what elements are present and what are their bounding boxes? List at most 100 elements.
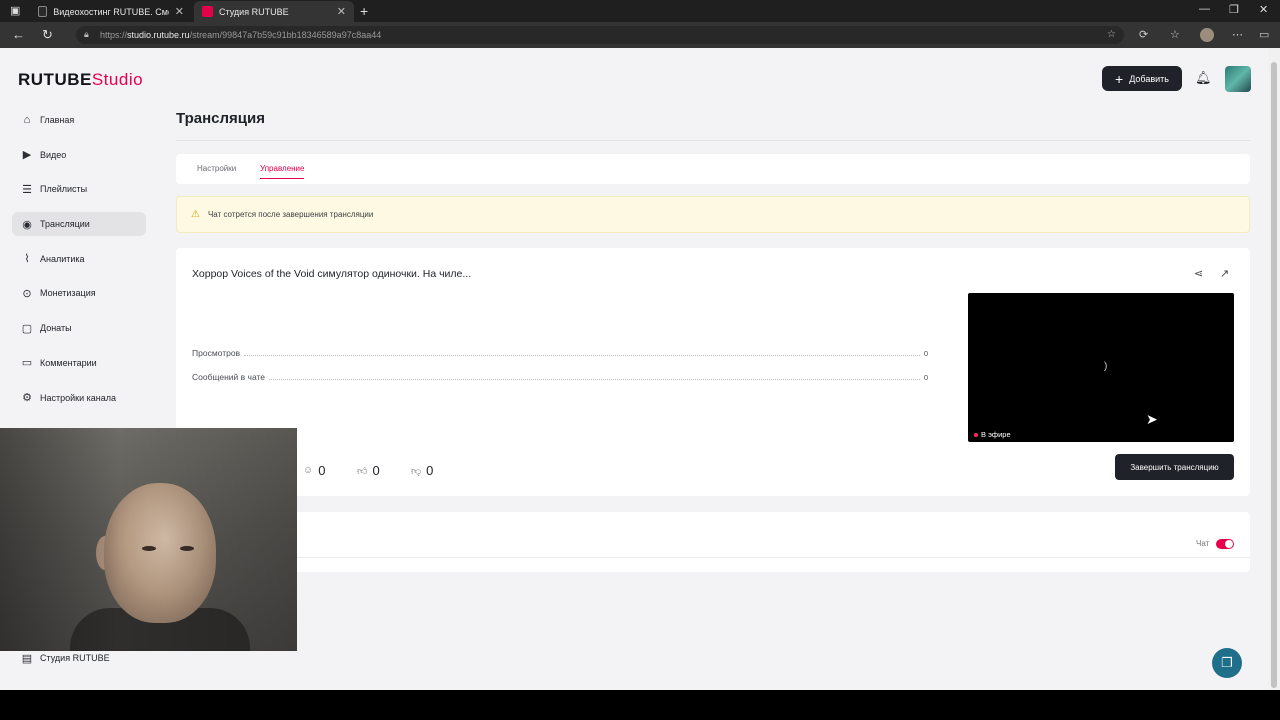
close-tab-icon[interactable]: ✕ — [175, 5, 184, 18]
warning-icon: ⚠ — [191, 209, 200, 220]
support-chat-button[interactable]: ❐ — [1212, 648, 1242, 678]
browser-tab-strip: ▣ Видеохостинг RUTUBE. Смотрите ✕ Студия… — [0, 0, 1280, 22]
divider — [176, 140, 1250, 141]
sidebar-item-label: Плейлисты — [40, 184, 88, 195]
page-scrollbar[interactable] — [1268, 48, 1280, 690]
extensions-icon[interactable]: ⟳ — [1139, 28, 1148, 41]
sidebar-item-label: Аналитика — [40, 253, 85, 264]
broadcast-icon: ◉ — [22, 218, 32, 231]
browser-tab-title: Студия RUTUBE — [219, 6, 289, 17]
add-button[interactable]: + Добавить — [1102, 66, 1182, 91]
loading-spinner-icon: ) — [1104, 361, 1108, 372]
sidebar-item-label: Видео — [40, 149, 67, 160]
stat-chat-messages: Сообщений в чате 0 — [192, 371, 928, 383]
sidebar-item-donations[interactable]: ▢ Донаты — [12, 316, 146, 340]
page-tabs: Настройки Управление — [176, 154, 1250, 184]
chat-warning-banner: ⚠ Чат сотрется после завершения трансляц… — [176, 196, 1250, 233]
tab-actions-icon[interactable]: ▣ — [10, 4, 20, 17]
close-window-icon[interactable]: ✕ — [1259, 3, 1268, 16]
bell-icon[interactable]: 🔔︎ — [1195, 70, 1212, 86]
lock-icon: 🔒︎ — [84, 29, 89, 39]
webcam-shading — [0, 428, 297, 651]
chat-bubble-icon: ❐ — [1221, 655, 1233, 670]
sidebar-item-channel-settings[interactable]: ⚙ Настройки канала — [12, 386, 146, 410]
chat-card: Чат — [176, 512, 1250, 572]
maximize-icon[interactable]: ❐ — [1229, 3, 1239, 16]
sidebar-item-label: Донаты — [40, 323, 72, 334]
stat-label: Просмотров — [192, 348, 241, 358]
new-tab-icon[interactable]: + — [360, 3, 368, 19]
studio-icon: ▤ — [21, 652, 33, 665]
sidebar-toggle-icon[interactable]: ▭ — [1259, 28, 1269, 41]
sidebar-item-comments[interactable]: ▭ Комментарии — [12, 351, 146, 375]
viewers-count: ☺ 0 — [303, 463, 325, 478]
tab-settings[interactable]: Настройки — [197, 164, 236, 178]
dislikes-count: 👎︎ 0 — [411, 463, 433, 478]
external-link-icon[interactable]: ↗ — [1220, 267, 1229, 280]
stat-dots — [269, 374, 920, 380]
live-badge: В эфире — [970, 429, 1015, 440]
gift-icon: ▢ — [21, 322, 33, 335]
stat-label: Сообщений в чате — [192, 372, 266, 382]
avatar[interactable] — [1225, 66, 1251, 92]
money-icon: ⊙ — [22, 287, 32, 300]
sidebar-bottom: ▤ Студия RUTUBE — [12, 646, 146, 681]
sidebar-item-analytics[interactable]: ⌇ Аналитика — [12, 247, 146, 271]
screen: ▣ Видеохостинг RUTUBE. Смотрите ✕ Студия… — [0, 0, 1280, 720]
share-icon[interactable]: ⋖ — [1194, 267, 1203, 280]
divider — [176, 557, 1250, 558]
url-path: /stream/99847a7b59c91bb18346589a97c8aa44 — [189, 30, 382, 40]
sidebar-item-home[interactable]: ⌂ Главная — [12, 108, 146, 132]
scrollbar-thumb[interactable] — [1271, 62, 1277, 688]
live-label: В эфире — [981, 430, 1011, 439]
rutube-favicon-icon — [38, 6, 48, 17]
add-button-label: Добавить — [1129, 73, 1169, 84]
video-icon: ▶ — [22, 149, 32, 162]
close-tab-icon[interactable]: ✕ — [337, 5, 346, 18]
back-icon[interactable]: ← — [12, 27, 25, 42]
stream-preview-player[interactable]: ) В эфире — [968, 293, 1234, 442]
logo-main: RUTUBE — [18, 70, 92, 89]
browser-tab-studio[interactable]: Студия RUTUBE ✕ — [194, 1, 354, 22]
bookmark-star-icon[interactable]: ☆ — [1107, 29, 1116, 40]
browser-profile-avatar[interactable] — [1200, 28, 1214, 42]
sidebar-item-broadcasts[interactable]: ◉ Трансляции — [12, 212, 146, 237]
sidebar: ⌂ Главная ▶ Видео ☰ Плейлисты ◉ Трансляц… — [12, 108, 146, 420]
rutube-studio-logo[interactable]: RUTUBEStudio — [18, 70, 143, 90]
minimize-icon[interactable]: — — [1199, 3, 1210, 15]
address-bar[interactable]: 🔒︎ https://studio.rutube.ru/stream/99847… — [76, 26, 1124, 44]
sidebar-item-label: Трансляции — [40, 219, 90, 230]
likes-count: 👍︎ 0 — [357, 463, 380, 478]
studio-favicon-icon — [202, 6, 213, 17]
browser-tab-rutube[interactable]: Видеохостинг RUTUBE. Смотрите ✕ — [30, 1, 192, 22]
stream-card: Хоррор Voices of the Void симулятор один… — [176, 248, 1250, 496]
sidebar-item-label: Комментарии — [40, 357, 97, 368]
dislikes-value: 0 — [426, 463, 434, 478]
sidebar-item-playlists[interactable]: ☰ Плейлисты — [12, 177, 146, 201]
sidebar-item-label: Студия RUTUBE — [40, 653, 110, 663]
menu-dots-icon[interactable]: ⋯ — [1232, 28, 1243, 41]
live-dot-icon — [974, 432, 978, 437]
stat-value: 0 — [923, 348, 928, 358]
stat-views: Просмотров 0 — [192, 347, 928, 359]
sidebar-item-label: Главная — [40, 115, 75, 125]
tab-control[interactable]: Управление — [260, 164, 305, 179]
analytics-icon: ⌇ — [24, 253, 30, 266]
chat-label: Чат — [1196, 539, 1210, 548]
gear-icon: ⚙ — [22, 392, 32, 404]
reload-icon[interactable]: ↻ — [42, 27, 53, 43]
sidebar-item-monetization[interactable]: ⊙ Монетизация — [12, 281, 146, 305]
chat-toggle[interactable] — [1216, 539, 1234, 549]
taskbar-area — [0, 690, 1280, 720]
sidebar-item-video[interactable]: ▶ Видео — [12, 143, 146, 167]
favorites-icon[interactable]: ☆ — [1170, 28, 1180, 41]
sidebar-item-label: Настройки канала — [40, 392, 117, 403]
stat-value: 0 — [923, 372, 928, 382]
end-stream-button[interactable]: Завершить трансляцию — [1115, 454, 1234, 480]
url-host: studio.rutube.ru — [127, 30, 190, 40]
browser-toolbar: ← ↻ 🔒︎ https://studio.rutube.ru/stream/9… — [0, 22, 1280, 48]
stream-title: Хоррор Voices of the Void симулятор один… — [192, 268, 472, 280]
stat-dots — [244, 350, 920, 356]
logo-accent: Studio — [91, 70, 144, 89]
likes-value: 0 — [372, 463, 380, 478]
